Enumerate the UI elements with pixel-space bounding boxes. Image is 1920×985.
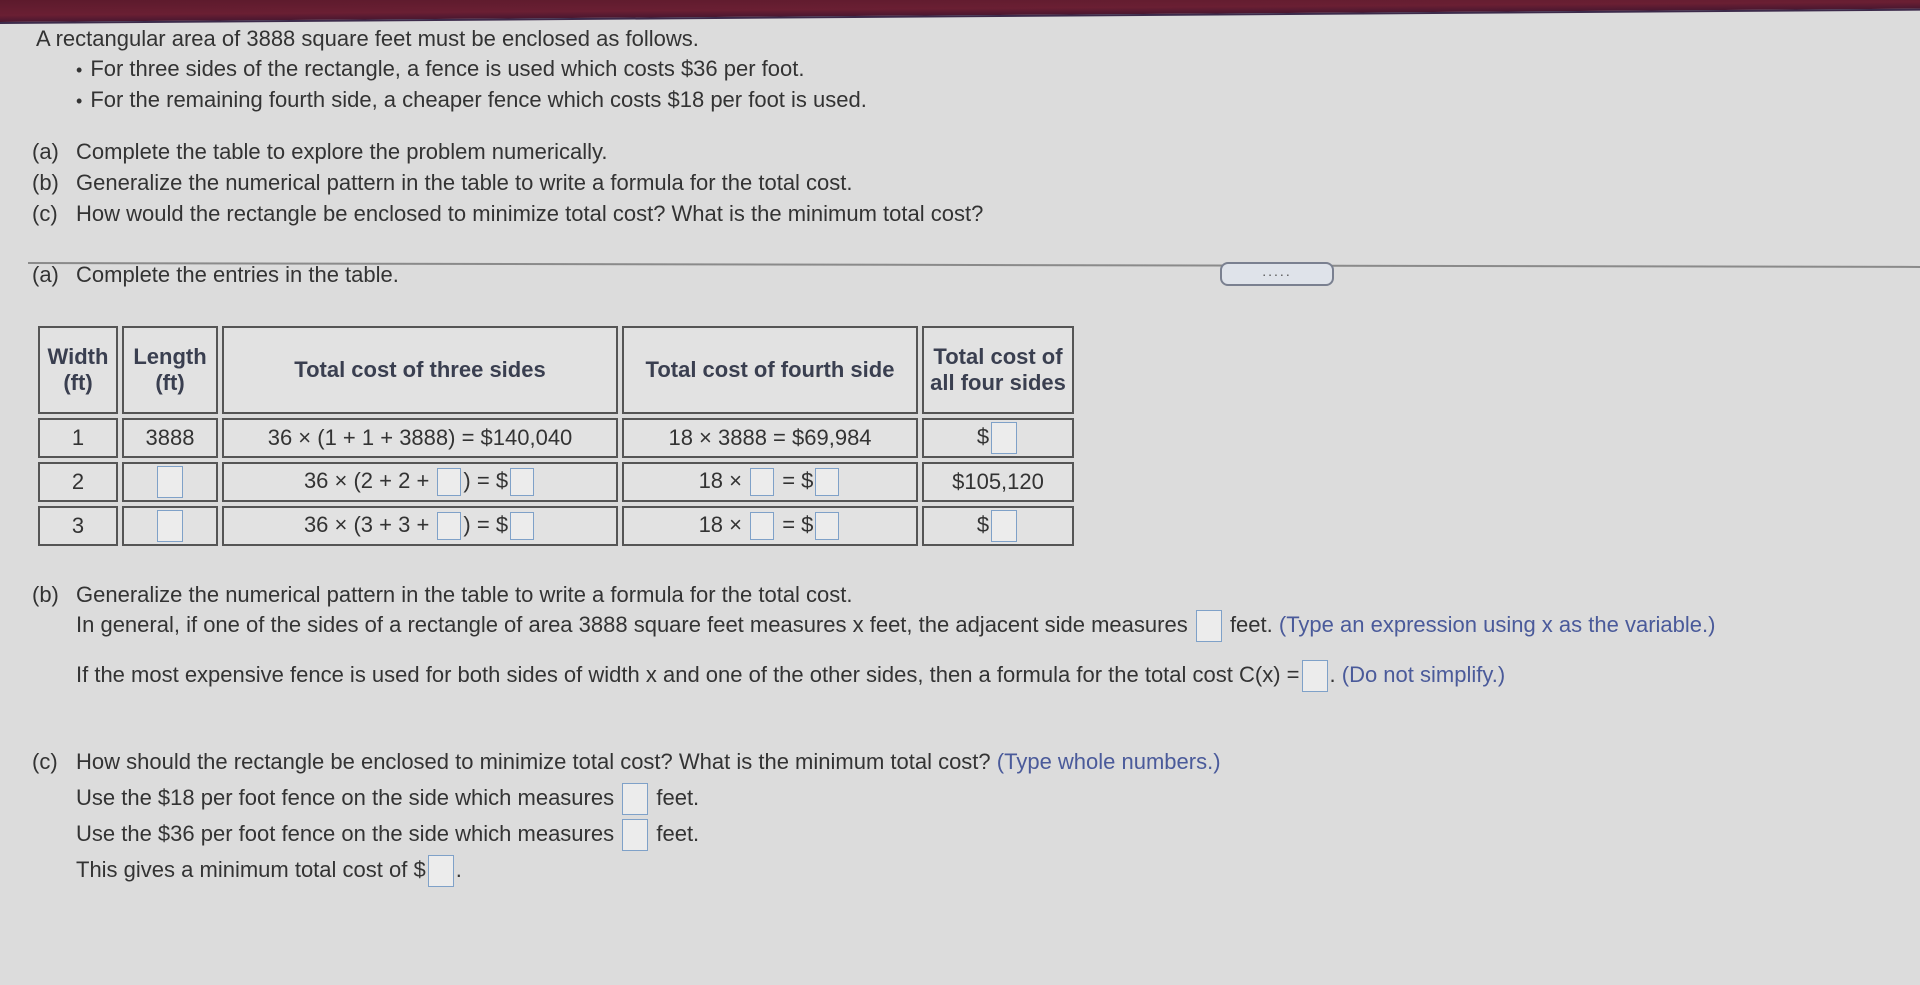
cell-all-four: $105,120 — [922, 462, 1074, 502]
expensive-fence-line: Use the $36 per foot fence on the side w… — [32, 816, 1221, 852]
part-b-summary: (b) Generalize the numerical pattern in t… — [32, 170, 853, 195]
section-a-heading: (a) Complete the entries in the table. — [32, 262, 399, 287]
answer-input-cheap-side[interactable] — [622, 783, 649, 816]
section-b-heading: (b) Generalize the numerical pattern in t… — [32, 582, 853, 607]
cell-all-four: $ — [922, 506, 1074, 546]
answer-input-three-cost-row2[interactable] — [510, 468, 535, 497]
answer-input-length-row2[interactable] — [157, 466, 183, 498]
cell-fourth-side: 18 × 3888 = $69,984 — [622, 418, 918, 458]
header-length: Length (ft) — [122, 326, 218, 414]
table-row: 1 3888 36 × (1 + 1 + 3888) = $140,040 18… — [38, 418, 1074, 458]
parts-list: (a) Complete the table to explore the pro… — [32, 136, 983, 229]
cell-all-four: $ — [922, 418, 1074, 458]
cell-three-sides: 36 × (1 + 1 + 3888) = $140,040 — [222, 418, 618, 458]
adjacent-side-line: In general, if one of the sides of a rec… — [32, 610, 1716, 643]
cost-formula-line: If the most expensive fence is used for … — [32, 660, 1715, 693]
cell-width: 2 — [38, 462, 118, 502]
minimum-cost-line: This gives a minimum total cost of $. — [32, 852, 1221, 888]
bullet-fourth-side: For the remaining fourth side, a cheaper… — [36, 85, 867, 116]
table-row: 2 36 × (2 + 2 + ) = $ 18 × = $ $105,120 — [38, 462, 1074, 502]
simplify-hint: (Do not simplify.) — [1341, 662, 1506, 688]
answer-input-length-row3[interactable] — [157, 510, 183, 542]
problem-statement: A rectangular area of 3888 square feet m… — [36, 24, 867, 116]
table-row: 3 36 × (3 + 3 + ) = $ 18 × = $ $ — [38, 506, 1074, 546]
cell-width: 1 — [38, 418, 118, 458]
answer-input-total-row1[interactable] — [991, 422, 1018, 454]
answer-input-fourth-length-row3[interactable] — [750, 512, 775, 541]
answer-input-three-length-row2[interactable] — [437, 468, 462, 497]
expression-hint: (Type an expression using x as the varia… — [1278, 612, 1716, 637]
expand-question-button[interactable]: ..... — [1220, 262, 1334, 286]
answer-input-expensive-side[interactable] — [622, 819, 649, 852]
section-c-heading: (c) How should the rectangle be enclosed … — [32, 749, 1221, 774]
header-width: Width (ft) — [38, 326, 118, 414]
whole-numbers-hint: (Type whole numbers.) — [996, 749, 1221, 774]
answer-input-total-row3[interactable] — [991, 510, 1018, 542]
part-c-summary: (c) How would the rectangle be enclosed t… — [32, 201, 984, 226]
answer-input-three-cost-row3[interactable] — [510, 512, 535, 541]
section-c: (c) How should the rectangle be enclosed … — [32, 744, 1221, 888]
cell-fourth-side: 18 × = $ — [622, 506, 918, 546]
cheap-fence-line: Use the $18 per foot fence on the side w… — [32, 780, 1221, 816]
answer-input-three-length-row3[interactable] — [437, 512, 462, 541]
answer-input-minimum-cost[interactable] — [427, 855, 454, 888]
cell-length — [122, 462, 218, 502]
table-header-row: Width (ft) Length (ft) Total cost of thr… — [38, 326, 1074, 414]
bullet-three-sides: For three sides of the rectangle, a fenc… — [36, 54, 867, 85]
problem-lead: A rectangular area of 3888 square feet m… — [36, 26, 699, 51]
header-three-sides: Total cost of three sides — [222, 326, 618, 414]
answer-input-fourth-cost-row2[interactable] — [815, 468, 840, 497]
section-b: (b) Generalize the numerical pattern in t… — [32, 580, 1716, 693]
cell-three-sides: 36 × (3 + 3 + ) = $ — [222, 506, 618, 546]
question-content: A rectangular area of 3888 square feet m… — [0, 0, 1920, 985]
cell-three-sides: 36 × (2 + 2 + ) = $ — [222, 462, 618, 502]
header-fourth-side: Total cost of fourth side — [622, 326, 918, 414]
answer-input-cost-formula[interactable] — [1301, 660, 1328, 693]
cell-fourth-side: 18 × = $ — [622, 462, 918, 502]
cell-length: 3888 — [122, 418, 218, 458]
cell-length — [122, 506, 218, 546]
answer-input-adjacent-side[interactable] — [1195, 610, 1222, 643]
header-all-four: Total cost of all four sides — [922, 326, 1074, 414]
cost-table: Width (ft) Length (ft) Total cost of thr… — [34, 322, 1078, 550]
part-a-summary: (a) Complete the table to explore the pro… — [32, 139, 608, 164]
cell-width: 3 — [38, 506, 118, 546]
answer-input-fourth-length-row2[interactable] — [750, 468, 775, 497]
answer-input-fourth-cost-row3[interactable] — [815, 512, 840, 541]
